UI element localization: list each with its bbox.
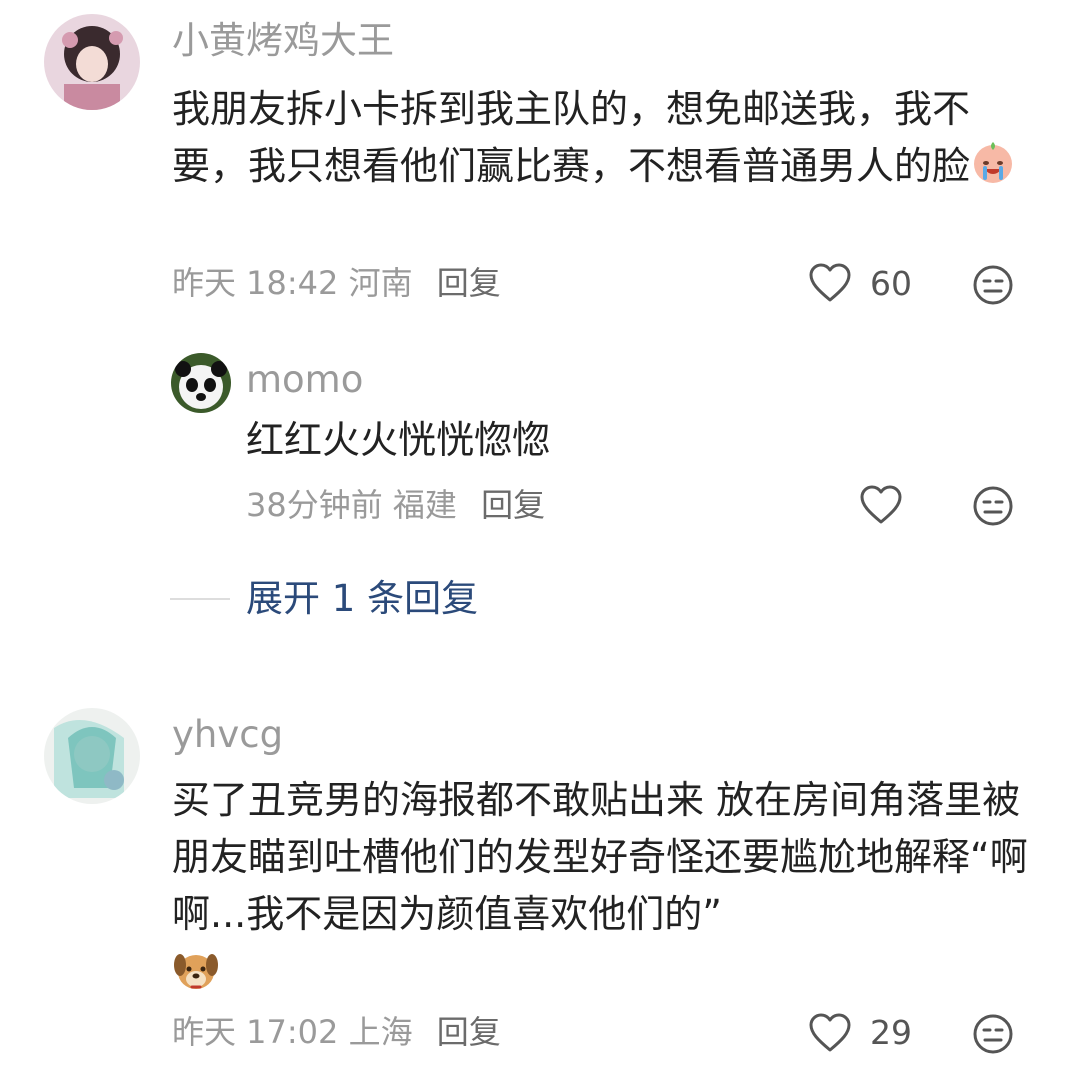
expand-replies-link[interactable]: 展开 1 条回复 xyxy=(246,580,478,617)
like-button[interactable] xyxy=(808,1012,852,1054)
comment-meta: 昨天 18:42 河南 回复 xyxy=(172,267,501,299)
username[interactable]: yhvcg xyxy=(172,716,283,753)
dislike-button[interactable] xyxy=(972,485,1014,527)
location: 上海 xyxy=(348,1013,413,1051)
like-count: 29 xyxy=(870,1013,912,1052)
reply-button[interactable]: 回复 xyxy=(437,264,501,302)
divider xyxy=(170,598,230,600)
heart-icon xyxy=(860,485,902,524)
comment-meta: 昨天 17:02 上海 回复 xyxy=(172,1016,501,1048)
reply-meta: 38分钟前 福建 回复 xyxy=(246,489,545,521)
username[interactable]: momo xyxy=(246,361,363,398)
avatar[interactable] xyxy=(44,708,140,804)
like-button[interactable] xyxy=(859,484,903,526)
location: 福建 xyxy=(392,486,457,524)
like-button[interactable] xyxy=(808,262,852,304)
like-count: 60 xyxy=(870,264,912,303)
username[interactable]: 小黄烤鸡大王 xyxy=(172,22,394,59)
reply-text: 红红火火恍恍惚惚 xyxy=(246,418,551,462)
reply-button[interactable]: 回复 xyxy=(437,1013,501,1051)
avatar[interactable] xyxy=(44,14,140,110)
location: 河南 xyxy=(348,264,413,302)
dog-face-emoji xyxy=(172,947,220,1009)
timestamp: 昨天 18:42 xyxy=(172,264,339,302)
comment-text: 买了丑竞男的海报都不敢贴出来 放在房间角落里被朋友瞄到吐槽他们的发型好奇怪还要尴… xyxy=(172,772,1042,1009)
crying-face-emoji xyxy=(970,139,1016,201)
comment-text: 我朋友拆小卡拆到我主队的，想免邮送我，我不要，我只想看他们赢比赛，不想看普通男人… xyxy=(172,81,1022,201)
timestamp: 38分钟前 xyxy=(246,486,383,524)
timestamp: 昨天 17:02 xyxy=(172,1013,339,1051)
heart-icon xyxy=(809,1013,851,1052)
heart-icon xyxy=(809,263,851,302)
reply-button[interactable]: 回复 xyxy=(481,486,545,524)
neutral-face-icon xyxy=(973,1014,1013,1054)
dislike-button[interactable] xyxy=(972,264,1014,306)
neutral-face-icon xyxy=(973,265,1013,305)
dislike-button[interactable] xyxy=(972,1013,1014,1055)
neutral-face-icon xyxy=(973,486,1013,526)
avatar[interactable] xyxy=(171,353,231,413)
